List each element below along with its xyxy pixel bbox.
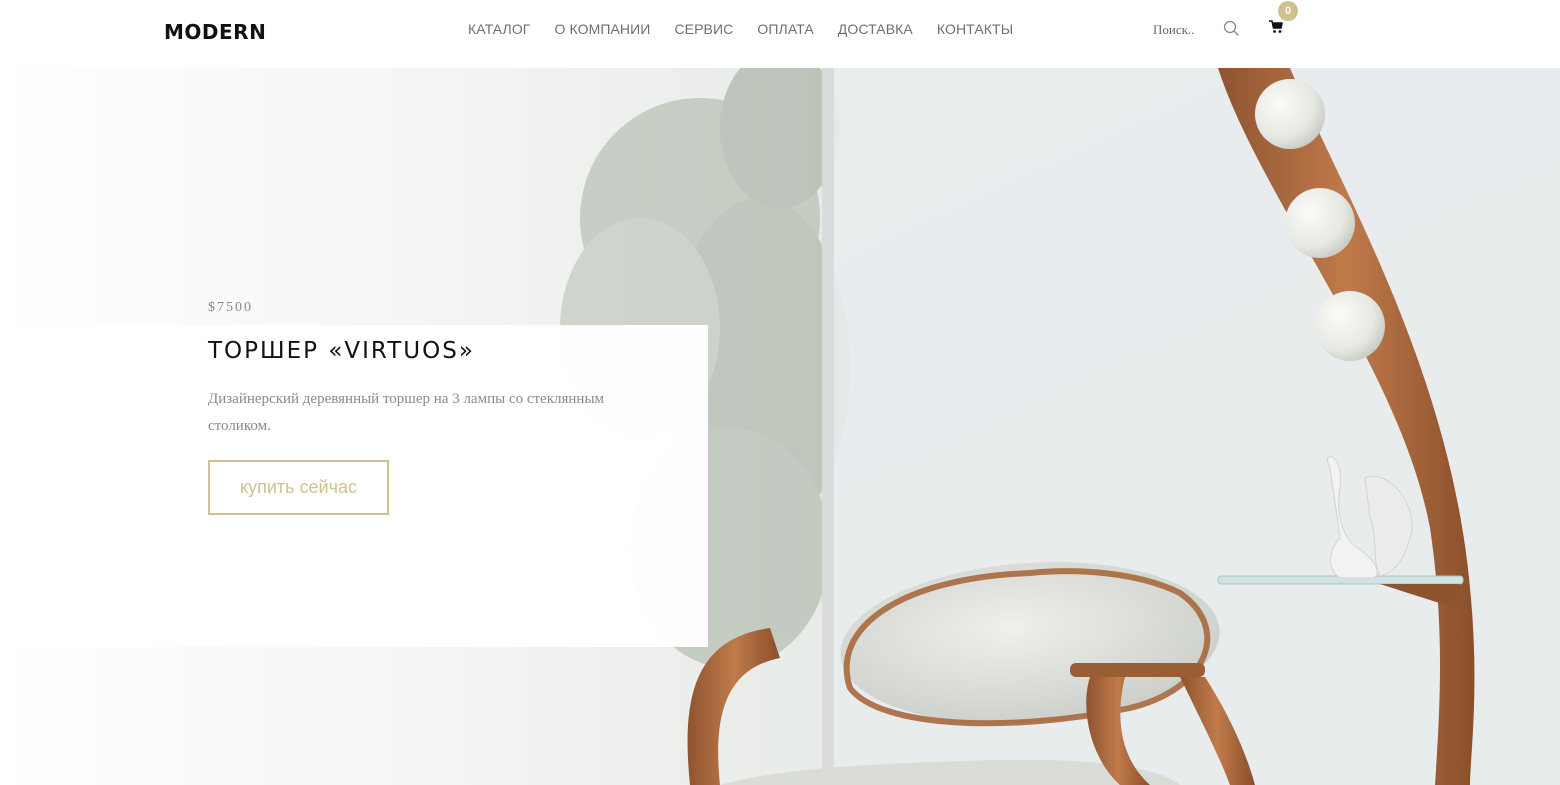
- product-price: $7500: [208, 300, 253, 315]
- nav-item-about[interactable]: О КОМПАНИИ: [555, 21, 651, 37]
- product-title: ТОРШЕР «VIRTUOS»: [208, 338, 475, 364]
- cart-count-badge: 0: [1278, 1, 1298, 21]
- main-nav: КАТАЛОГ О КОМПАНИИ СЕРВИС ОПЛАТА ДОСТАВК…: [468, 21, 1037, 37]
- search-input[interactable]: Поиск..: [1153, 22, 1194, 38]
- logo[interactable]: MODERN: [164, 20, 266, 44]
- nav-item-payment[interactable]: ОПЛАТА: [757, 21, 813, 37]
- product-description: Дизайнерский деревянный торшер на 3 ламп…: [208, 391, 605, 434]
- nav-item-contacts[interactable]: КОНТАКТЫ: [937, 21, 1013, 37]
- nav-item-catalog[interactable]: КАТАЛОГ: [468, 21, 531, 37]
- nav-item-service[interactable]: СЕРВИС: [674, 21, 733, 37]
- search-icon[interactable]: [1222, 19, 1240, 37]
- nav-item-delivery[interactable]: ДОСТАВКА: [838, 21, 913, 37]
- site-header: MODERN КАТАЛОГ О КОМПАНИИ СЕРВИС ОПЛАТА …: [0, 0, 1560, 68]
- cart-icon[interactable]: [1269, 20, 1283, 34]
- buy-now-button[interactable]: купить сейчас: [208, 460, 389, 515]
